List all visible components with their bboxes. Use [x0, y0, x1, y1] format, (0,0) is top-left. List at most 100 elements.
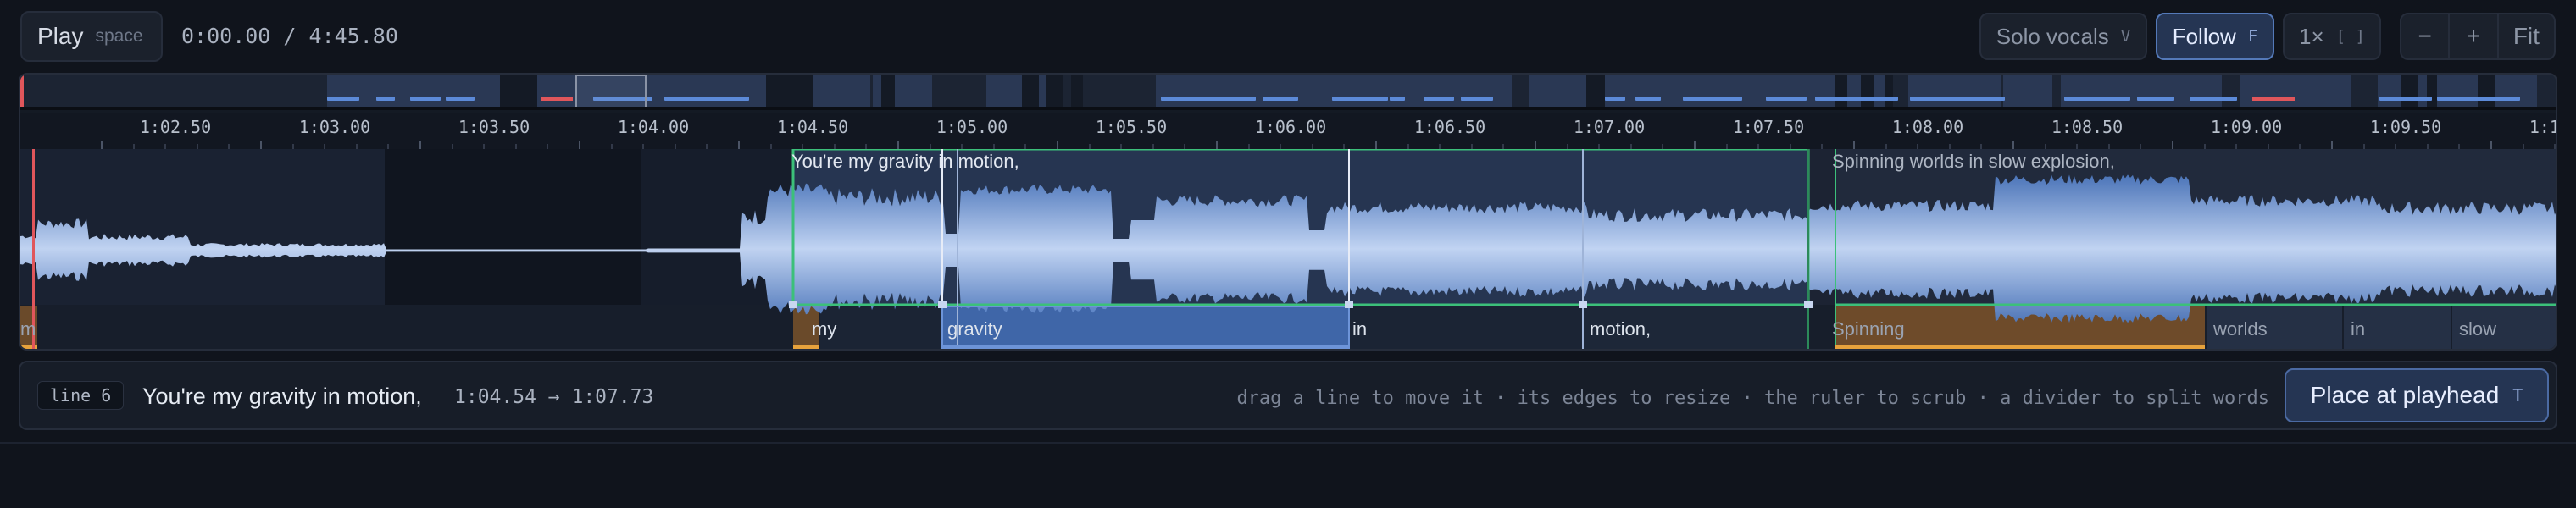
- ruler-tick-label: 1:09.00: [2210, 117, 2283, 137]
- minimap-region: [2003, 75, 2052, 107]
- selected-line-range: 1:04.54 → 1:07.73: [454, 386, 654, 408]
- ruler-tick-label: 1:07.00: [1573, 117, 1646, 137]
- duration: 4:45.80: [308, 24, 398, 48]
- zoom-out-button[interactable]: −: [2401, 14, 2448, 58]
- word-label: in: [2351, 318, 2366, 340]
- play-button[interactable]: Play space: [20, 11, 163, 62]
- word-underline: [1835, 345, 2205, 349]
- minimap-gap: [766, 75, 813, 107]
- word-label: my: [812, 318, 837, 340]
- ruler-tick: [1216, 141, 1218, 149]
- minimap-gap: [1046, 75, 1063, 107]
- time-ruler[interactable]: 1:02.50 1:03.00 1:03.50 1:04.00 1:04.50 1:05.…: [20, 113, 2556, 149]
- minimap-region: [2061, 75, 2222, 107]
- place-shortcut: T: [2512, 385, 2523, 406]
- minimap-lyric-marker: [2064, 97, 2130, 101]
- ruler-tick: [1375, 141, 1377, 149]
- ruler-tick: [260, 141, 262, 149]
- waveform-track[interactable]: You're my gravity in motion, Spinning wo…: [20, 149, 2556, 349]
- minimap-viewport: [575, 75, 647, 108]
- place-label: Place at playhead: [2310, 382, 2500, 408]
- toolbar: Play space 0:00.00 / 4:45.80 Solo vocals…: [0, 0, 2576, 73]
- minimap-marker-red: [541, 97, 573, 101]
- ruler-tick: [897, 141, 899, 149]
- word-underline: [793, 345, 819, 349]
- ruler-tick-label: 1:03.50: [458, 117, 530, 137]
- minimap-lyric-marker: [1815, 97, 1898, 101]
- resize-handle: [1579, 301, 1587, 308]
- minimap-lyric-marker: [327, 97, 359, 101]
- minimap-lyric-marker: [2137, 97, 2174, 101]
- resize-handle: [938, 301, 947, 308]
- minimap-gap: [1885, 75, 1893, 107]
- line-number-badge: line 6: [37, 381, 125, 410]
- minimap-lyric-marker: [1910, 97, 2005, 101]
- minimap-lyric-marker: [664, 97, 749, 101]
- ruler-tick-label: 1:05.00: [935, 117, 1008, 137]
- minimap-gap: [2427, 75, 2437, 107]
- minimap-gap: [1586, 75, 1605, 107]
- word-block: [1349, 306, 1583, 349]
- zoom-fit-button[interactable]: Fit: [2499, 14, 2554, 58]
- playback-speed-button[interactable]: 1× [ ]: [2283, 13, 2381, 60]
- minimap-playhead: [20, 75, 24, 107]
- word-block-selected: [942, 306, 1349, 349]
- minimap-lyric-marker: [1390, 97, 1405, 101]
- selection-status-bar: line 6 You're my gravity in motion, 1:04…: [19, 361, 2557, 430]
- minimap-lyric-marker: [2379, 97, 2432, 101]
- minimap-gap: [1861, 75, 1874, 107]
- zoom-in-button[interactable]: +: [2450, 14, 2496, 58]
- ruler-tick-label: 1:05.50: [1095, 117, 1168, 137]
- minimap-lyric-marker: [2190, 97, 2237, 101]
- resize-handle: [1804, 301, 1813, 308]
- word-block: [820, 306, 942, 349]
- follow-shortcut: F: [2247, 27, 2258, 46]
- word-underline-selected: [942, 345, 1349, 349]
- minimap-lyric-marker: [1161, 97, 1256, 101]
- minimap-lyric-marker: [1263, 97, 1298, 101]
- minimap-gap: [1022, 75, 1039, 107]
- overview-minimap[interactable]: [20, 75, 2556, 110]
- ruler-tick: [419, 141, 421, 149]
- ruler-tick: [1535, 141, 1536, 149]
- ruler-tick: [2331, 141, 2333, 149]
- minimap-lyric-marker: [1332, 97, 1388, 101]
- ruler-tick-label: 1:09.50: [2369, 117, 2442, 137]
- place-at-playhead-button[interactable]: Place at playhead T: [2285, 368, 2549, 422]
- minimap-lyric-marker: [1424, 97, 1454, 101]
- ruler-tick: [2012, 141, 2014, 149]
- current-time: 0:00.00: [181, 24, 271, 48]
- word-label: slow: [2459, 318, 2497, 340]
- zoom-controls: − + Fit: [2400, 13, 2556, 60]
- ruler-tick-label: 1:07.50: [1732, 117, 1805, 137]
- minimap-region: [813, 75, 870, 107]
- timecode: 0:00.00 / 4:45.80: [181, 24, 398, 48]
- selected-line-text: You're my gravity in motion,: [142, 384, 422, 409]
- ruler-tick-label: 1:04.00: [617, 117, 690, 137]
- word-label: worlds: [2213, 318, 2268, 340]
- minimap-gap: [2401, 75, 2418, 107]
- solo-label: Solo vocals: [1996, 23, 2109, 49]
- ruler-tick: [1057, 141, 1058, 149]
- play-shortcut: space: [95, 26, 143, 46]
- ruler-tick-label: 1:03.00: [298, 117, 371, 137]
- minimap-lyric-marker: [1461, 97, 1493, 101]
- minimap-bottom-edge: [20, 107, 2556, 110]
- minimap-region: [1908, 75, 2001, 107]
- minimap-lyric-marker: [1605, 97, 1625, 101]
- word-label-selected: gravity: [947, 318, 1002, 340]
- footer-divider: [0, 442, 2576, 444]
- solo-vocals-toggle[interactable]: Solo vocals V: [1979, 13, 2147, 60]
- ruler-tick-label: 1:08.50: [2051, 117, 2124, 137]
- speed-shortcut: [ ]: [2335, 27, 2365, 46]
- minimap-lyric-marker: [446, 97, 475, 101]
- minimap-gap: [500, 75, 537, 107]
- ruler-tick-label: 1:08.00: [1891, 117, 1964, 137]
- ruler-tick-label: 1:06.50: [1413, 117, 1486, 137]
- play-label: Play: [37, 23, 84, 49]
- follow-label: Follow: [2172, 23, 2236, 49]
- speed-label: 1×: [2299, 23, 2324, 49]
- minimap-gap: [2478, 75, 2495, 107]
- follow-toggle[interactable]: Follow F: [2156, 13, 2274, 60]
- ruler-tick: [101, 141, 103, 149]
